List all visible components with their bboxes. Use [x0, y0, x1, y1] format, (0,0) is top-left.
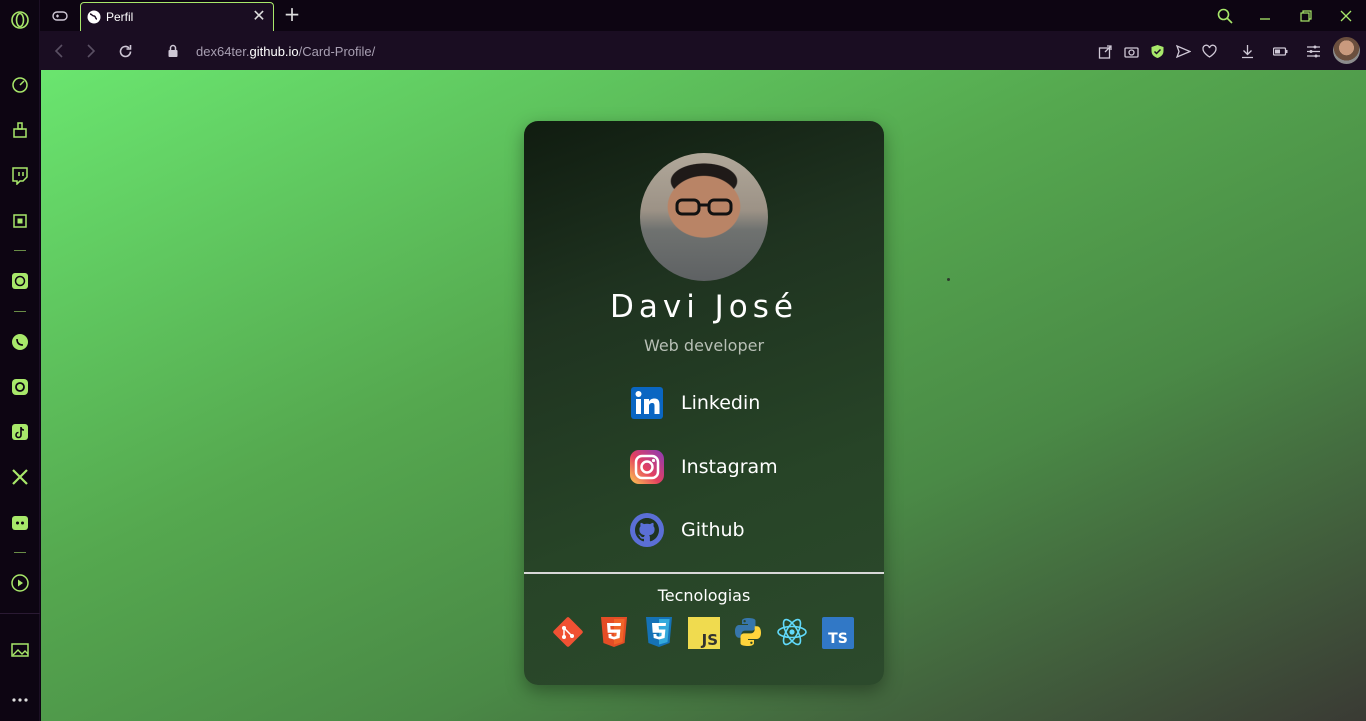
whatsapp-icon[interactable]	[8, 330, 32, 354]
opera-logo-icon[interactable]	[8, 8, 32, 32]
user-avatar[interactable]	[1333, 37, 1360, 64]
typescript-icon: TS	[822, 617, 854, 649]
link-label: Instagram	[681, 456, 778, 478]
twitch-icon[interactable]	[8, 163, 32, 187]
easy-setup-icon[interactable]	[1303, 41, 1323, 61]
instagram-sidebar-icon[interactable]	[8, 375, 32, 399]
url-subdomain: dex64ter.	[196, 43, 250, 59]
profile-name: Davi José	[609, 289, 798, 325]
battery-icon[interactable]	[1270, 41, 1290, 61]
speedometer-icon[interactable]	[8, 72, 32, 96]
html5-icon	[601, 617, 627, 647]
css3-icon	[646, 617, 672, 647]
tab-title: Perfil	[106, 10, 134, 24]
linkedin-icon	[631, 387, 663, 419]
gamepad-icon[interactable]	[44, 2, 76, 30]
python-icon	[735, 618, 761, 646]
instagram-link[interactable]: Instagram	[629, 449, 778, 485]
sidebar-divider	[14, 311, 26, 312]
forward-button[interactable]	[80, 40, 102, 62]
share-icon[interactable]	[1095, 41, 1115, 61]
url-host: github.io	[249, 43, 299, 59]
lock-icon	[168, 44, 178, 57]
x-twitter-icon[interactable]	[8, 465, 32, 489]
chatgpt-icon[interactable]	[8, 269, 32, 293]
download-icon[interactable]	[1237, 41, 1257, 61]
sidebar-divider	[14, 250, 26, 251]
camera-icon[interactable]	[1121, 41, 1141, 61]
close-tab-icon[interactable]: ✕	[251, 8, 267, 24]
svg-text:JS: JS	[701, 631, 718, 649]
linkedin-link[interactable]: Linkedin	[629, 385, 760, 421]
profile-photo	[640, 153, 768, 281]
profile-role: Web developer	[643, 336, 765, 355]
minimize-button[interactable]	[1245, 0, 1285, 31]
restore-button[interactable]	[1286, 0, 1326, 31]
tab-perfil[interactable]: Perfil ✕	[80, 2, 274, 31]
tab-bar: Perfil ✕ +	[40, 0, 1366, 31]
tech-section-title: Tecnologias	[657, 586, 751, 605]
svg-text:TS: TS	[828, 631, 848, 647]
github-icon	[630, 513, 664, 547]
gallery-icon[interactable]	[8, 638, 32, 662]
glasses-drawing	[675, 198, 733, 216]
link-label: Linkedin	[681, 392, 761, 414]
tiktok-icon[interactable]	[8, 420, 32, 444]
github-link[interactable]: Github	[629, 512, 745, 548]
url-field[interactable]: dex64ter. github.io/Card-Profile/	[166, 42, 375, 60]
link-label: Github	[681, 519, 745, 541]
url-path: /Card-Profile/	[298, 43, 376, 59]
back-button[interactable]	[48, 40, 70, 62]
search-icon[interactable]	[1205, 0, 1245, 31]
cpu-limiter-icon[interactable]	[8, 209, 32, 233]
decorative-dot	[947, 278, 950, 281]
address-bar: dex64ter. github.io/Card-Profile/	[40, 31, 1366, 70]
send-icon[interactable]	[1173, 41, 1193, 61]
vpn-shield-icon[interactable]	[1147, 41, 1167, 61]
profile-card: Davi José Web developer Linkedin Instagr…	[524, 121, 884, 685]
git-icon	[553, 617, 583, 647]
sidebar-divider	[14, 552, 26, 553]
player-icon[interactable]	[8, 571, 32, 595]
reload-button[interactable]	[114, 40, 136, 62]
new-tab-button[interactable]: +	[281, 3, 303, 25]
react-icon	[777, 618, 807, 646]
javascript-icon: JS	[688, 617, 720, 649]
globe-icon	[87, 10, 101, 24]
browser-sidebar	[0, 0, 40, 721]
sidebar-divider	[0, 613, 40, 614]
card-divider	[524, 572, 884, 574]
page-content: Davi José Web developer Linkedin Instagr…	[41, 70, 1366, 721]
discord-icon[interactable]	[8, 511, 32, 535]
close-window-button[interactable]	[1326, 0, 1366, 31]
more-options-icon[interactable]	[8, 688, 32, 712]
heart-icon[interactable]	[1199, 41, 1219, 61]
instagram-icon	[630, 450, 664, 484]
cleaner-icon[interactable]	[8, 118, 32, 142]
